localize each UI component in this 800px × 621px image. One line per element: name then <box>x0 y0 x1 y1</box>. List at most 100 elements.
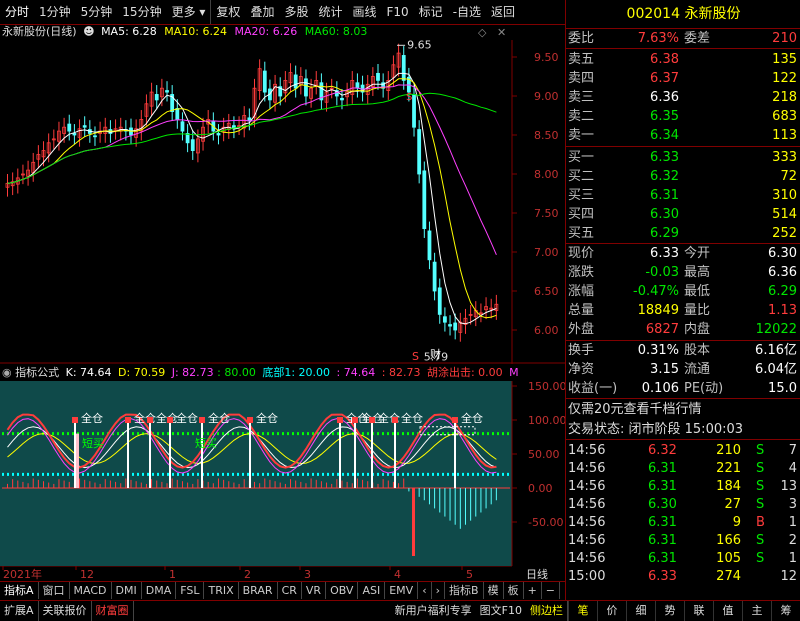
indicator-tab-1[interactable]: 窗口 <box>39 582 70 599</box>
status-item-1[interactable]: 关联报价 <box>39 601 92 621</box>
indicator-tab-0[interactable]: 指标A <box>0 582 39 599</box>
toolbar-item-7[interactable]: 多股 <box>279 0 313 24</box>
toolbar-item-9[interactable]: 画线 <box>347 0 381 24</box>
bid-volume: 310 <box>772 188 797 203</box>
ask-row: 卖一 6.34 113 <box>566 126 800 145</box>
graphic-f10[interactable]: 图文F10 <box>476 601 526 621</box>
stat-row: 现价 6.33 今开 6.30 <box>566 244 800 263</box>
indicator-tab-16[interactable]: 模 <box>484 582 504 599</box>
tick-count: 2 <box>788 533 797 548</box>
candle-body <box>427 230 432 261</box>
status-item-2[interactable]: 财富圈 <box>92 601 134 621</box>
quote-tab-3[interactable]: 势 <box>655 601 684 621</box>
fund-row: 净资 3.15 流通 6.04亿 <box>566 360 800 379</box>
candle-body <box>180 121 185 132</box>
toolbar-item-6[interactable]: 叠加 <box>245 0 279 24</box>
indicator-axis-bg <box>512 381 565 566</box>
indicator-tab-2[interactable]: MACD <box>70 582 112 599</box>
tick-row: 15:00 6.33 274 12 <box>566 567 800 586</box>
date-label: 4 <box>394 568 401 581</box>
quote-tab-7[interactable]: 筹 <box>771 601 800 621</box>
quote-tab-1[interactable]: 价 <box>597 601 626 621</box>
toolbar-item-1[interactable]: 1分钟 <box>34 0 76 24</box>
bid-row: 买五 6.29 252 <box>566 224 800 243</box>
indicator-tab-15[interactable]: 指标B <box>445 582 484 599</box>
close-icon[interactable]: ✕ <box>497 26 506 39</box>
tick-direction: S <box>756 443 765 458</box>
stock-header: 002014 永新股份 <box>566 0 800 28</box>
indicator-tab-5[interactable]: FSL <box>176 582 205 599</box>
indicator-tab-11[interactable]: ASI <box>358 582 386 599</box>
quote-tab-5[interactable]: 值 <box>713 601 742 621</box>
tick-price: 6.32 <box>648 443 677 458</box>
ask-level-label: 卖一 <box>568 128 595 143</box>
toolbar-item-4[interactable]: 更多 ▾ <box>167 0 211 24</box>
indicator-tab-8[interactable]: CR <box>278 582 302 599</box>
indicator-tab-17[interactable]: 板 <box>504 582 524 599</box>
tick-price: 6.33 <box>648 569 677 584</box>
high-price-label: 9.65 <box>407 40 432 51</box>
bid-price: 6.29 <box>650 226 679 241</box>
diamond-icon[interactable]: ◇ <box>478 26 486 39</box>
candle-body <box>412 94 416 128</box>
toolbar-item-0[interactable]: 分时 <box>0 0 34 24</box>
tick-time: 14:56 <box>568 551 606 566</box>
ask-level-label: 卖二 <box>568 109 595 124</box>
indicator-name[interactable]: 指标公式 <box>15 366 59 379</box>
tick-time: 14:56 <box>568 461 606 476</box>
collapse-icon[interactable]: ◉ <box>2 366 12 379</box>
ma-settings-icon[interactable]: ☻ <box>83 25 94 38</box>
position-signal-dot <box>167 417 173 423</box>
price-tick-label: 8.00 <box>534 168 559 181</box>
tick-count: 1 <box>788 515 797 530</box>
new-user-promo[interactable]: 新用户福利专享 <box>391 601 476 621</box>
ask-row: 卖二 6.35 683 <box>566 107 800 126</box>
bid-price: 6.30 <box>650 207 679 222</box>
indicator-tab-7[interactable]: BRAR <box>239 582 278 599</box>
stock-name: 永新股份 <box>684 6 741 22</box>
indicator-tab-9[interactable]: VR <box>302 582 327 599</box>
promo-row[interactable]: 仅需20元查看千档行情 <box>566 400 800 419</box>
indicator-tab-10[interactable]: OBV <box>326 582 359 599</box>
ask-volume: 113 <box>772 128 797 143</box>
full-position-label: 全仓 <box>208 411 230 425</box>
indicator-tab-3[interactable]: DMI <box>112 582 142 599</box>
indicator-chart[interactable]: 150.00100.0050.000.00-50.00全仓 全仓 全仓 全仓 全仓 全仓全… <box>0 381 565 566</box>
indicator-tab-14[interactable]: › <box>432 582 446 599</box>
candle-body <box>262 70 267 93</box>
position-signal-dot <box>72 417 78 423</box>
toolbar-item-10[interactable]: F10 <box>382 0 414 24</box>
toolbar-item-8[interactable]: 统计 <box>313 0 347 24</box>
bid-level-label: 买四 <box>568 207 595 222</box>
stat-label: 外盘 <box>568 322 595 337</box>
sell-signal-bar <box>412 488 415 556</box>
quote-tab-2[interactable]: 细 <box>626 601 655 621</box>
toolbar-item-11[interactable]: 标记 <box>414 0 448 24</box>
indicator-tab-6[interactable]: TRIX <box>204 582 239 599</box>
bid-volume: 252 <box>772 226 797 241</box>
sidebar-toggle[interactable]: 侧边栏 <box>526 601 568 621</box>
kline-chart[interactable]: 9.509.008.508.007.507.006.506.009.655.79… <box>0 40 565 364</box>
position-signal-dot <box>147 417 153 423</box>
candle-body <box>432 261 437 292</box>
quote-tab-4[interactable]: 联 <box>684 601 713 621</box>
date-label: 12 <box>80 568 94 581</box>
ask-level-label: 卖四 <box>568 71 595 86</box>
indicator-tab-13[interactable]: ‹ <box>418 582 432 599</box>
price-tick-label: 6.50 <box>534 285 559 298</box>
tick-direction: S <box>756 533 765 548</box>
quote-tab-0[interactable]: 笔 <box>568 601 597 621</box>
toolbar-item-2[interactable]: 5分钟 <box>76 0 118 24</box>
indicator-tab-4[interactable]: DMA <box>142 582 177 599</box>
status-item-0[interactable]: 扩展A <box>0 601 39 621</box>
toolbar-item-12[interactable]: -自选 <box>448 0 486 24</box>
indicator-tab-19[interactable]: − <box>542 582 560 599</box>
quote-tab-6[interactable]: 主 <box>742 601 771 621</box>
indicator-tab-12[interactable]: EMV <box>385 582 419 599</box>
toolbar-item-3[interactable]: 15分钟 <box>117 0 166 24</box>
weibi-label: 委比 <box>568 31 595 46</box>
toolbar-item-13[interactable]: 返回 <box>486 0 520 24</box>
toolbar-item-5[interactable]: 复权 <box>210 0 245 24</box>
indicator-tab-18[interactable]: + <box>524 582 542 599</box>
